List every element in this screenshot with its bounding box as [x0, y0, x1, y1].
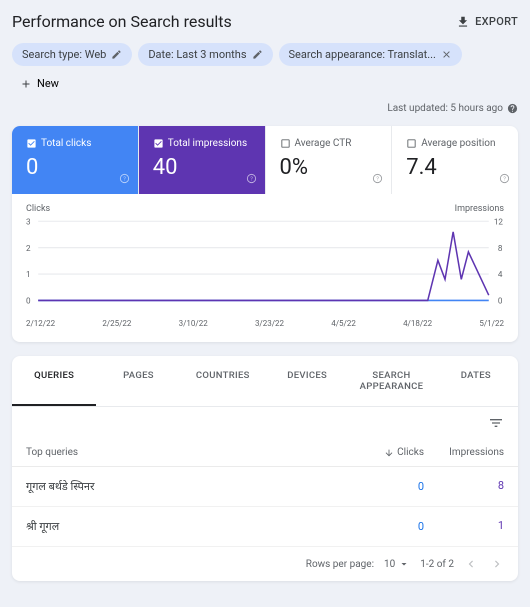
checkbox-unchecked-icon	[280, 138, 291, 149]
metric-total-clicks[interactable]: Total clicks 0 ?	[12, 126, 139, 194]
help-icon[interactable]: ?	[246, 173, 257, 184]
help-icon[interactable]: ?	[499, 173, 510, 184]
chart-svg: 3 2 1 0 12 8 4 0	[26, 216, 504, 311]
table-row[interactable]: श्री गूगल 0 1	[12, 507, 518, 547]
metric-average-position[interactable]: Average position 7.4 ?	[392, 126, 518, 194]
table-row[interactable]: गूगल बर्थडे स्पिनर 0 8	[12, 467, 518, 507]
pagination: Rows per page: 10 1-2 of 2	[12, 547, 518, 581]
tabs: QUERIES PAGES COUNTRIES DEVICES SEARCH A…	[12, 356, 518, 407]
svg-text:?: ?	[250, 176, 253, 182]
arrow-down-icon	[384, 448, 394, 458]
svg-text:12: 12	[494, 217, 503, 227]
svg-text:2: 2	[26, 244, 31, 254]
chart: Clicks Impressions 3 2 1 0 12 8 4 0 2/	[12, 194, 518, 342]
chevron-left-icon[interactable]	[464, 557, 478, 571]
col-header-query[interactable]: Top queries	[26, 447, 354, 458]
right-axis-label: Impressions	[455, 204, 504, 214]
col-header-impressions[interactable]: Impressions	[424, 447, 504, 458]
plus-icon	[20, 78, 32, 90]
pencil-icon	[111, 49, 122, 60]
checkbox-checked-icon	[153, 138, 164, 149]
svg-text:4: 4	[498, 270, 503, 280]
metric-total-impressions[interactable]: Total impressions 40 ?	[139, 126, 266, 194]
table-card: QUERIES PAGES COUNTRIES DEVICES SEARCH A…	[12, 356, 518, 581]
metric-average-ctr[interactable]: Average CTR 0% ?	[266, 126, 393, 194]
download-icon	[456, 15, 470, 29]
chevron-right-icon[interactable]	[490, 557, 504, 571]
checkbox-checked-icon	[26, 138, 37, 149]
page-title: Performance on Search results	[12, 12, 232, 31]
pencil-icon	[252, 49, 263, 60]
last-updated: Last updated: 5 hours ago	[12, 103, 518, 114]
svg-text:?: ?	[503, 176, 506, 182]
chevron-down-icon	[398, 558, 410, 570]
metrics-card: Total clicks 0 ? Total impressions 40 ? …	[12, 126, 518, 342]
chip-search-appearance[interactable]: Search appearance: Translat...	[279, 43, 462, 66]
tab-countries[interactable]: COUNTRIES	[181, 356, 265, 406]
rows-per-page-select[interactable]: 10	[384, 558, 410, 570]
export-button[interactable]: EXPORT	[456, 15, 518, 29]
metric-value-clicks: 0	[26, 155, 124, 180]
chip-search-type[interactable]: Search type: Web	[12, 43, 132, 66]
help-icon[interactable]	[507, 103, 518, 114]
metric-value-ctr: 0%	[280, 155, 378, 180]
svg-text:0: 0	[498, 296, 503, 306]
checkbox-unchecked-icon	[406, 138, 417, 149]
tab-devices[interactable]: DEVICES	[265, 356, 349, 406]
close-icon[interactable]	[441, 49, 452, 60]
chip-new[interactable]: New	[12, 72, 67, 95]
tab-pages[interactable]: PAGES	[96, 356, 180, 406]
svg-text:3: 3	[26, 217, 31, 227]
help-icon[interactable]: ?	[119, 173, 130, 184]
x-axis: 2/12/22 2/25/22 3/10/22 3/23/22 4/5/22 4…	[26, 315, 504, 328]
tab-search-appearance[interactable]: SEARCH APPEARANCE	[349, 356, 433, 406]
left-axis-label: Clicks	[26, 204, 50, 214]
tab-queries[interactable]: QUERIES	[12, 356, 96, 406]
chip-date[interactable]: Date: Last 3 months	[138, 43, 272, 66]
col-header-clicks[interactable]: Clicks	[354, 447, 424, 458]
export-label: EXPORT	[475, 15, 518, 28]
svg-text:0: 0	[26, 296, 31, 306]
help-icon[interactable]: ?	[372, 173, 383, 184]
tab-dates[interactable]: DATES	[434, 356, 518, 406]
metric-value-impressions: 40	[153, 155, 251, 180]
metric-value-position: 7.4	[406, 155, 504, 180]
filter-icon[interactable]	[488, 415, 504, 431]
svg-text:8: 8	[498, 244, 503, 254]
svg-text:1: 1	[26, 270, 31, 280]
impressions-line	[38, 232, 489, 301]
pagination-range: 1-2 of 2	[420, 559, 454, 570]
table-header: Top queries Clicks Impressions	[12, 439, 518, 467]
svg-text:?: ?	[376, 176, 379, 182]
svg-text:?: ?	[123, 176, 126, 182]
filter-chips: Search type: Web Date: Last 3 months Sea…	[12, 43, 518, 95]
